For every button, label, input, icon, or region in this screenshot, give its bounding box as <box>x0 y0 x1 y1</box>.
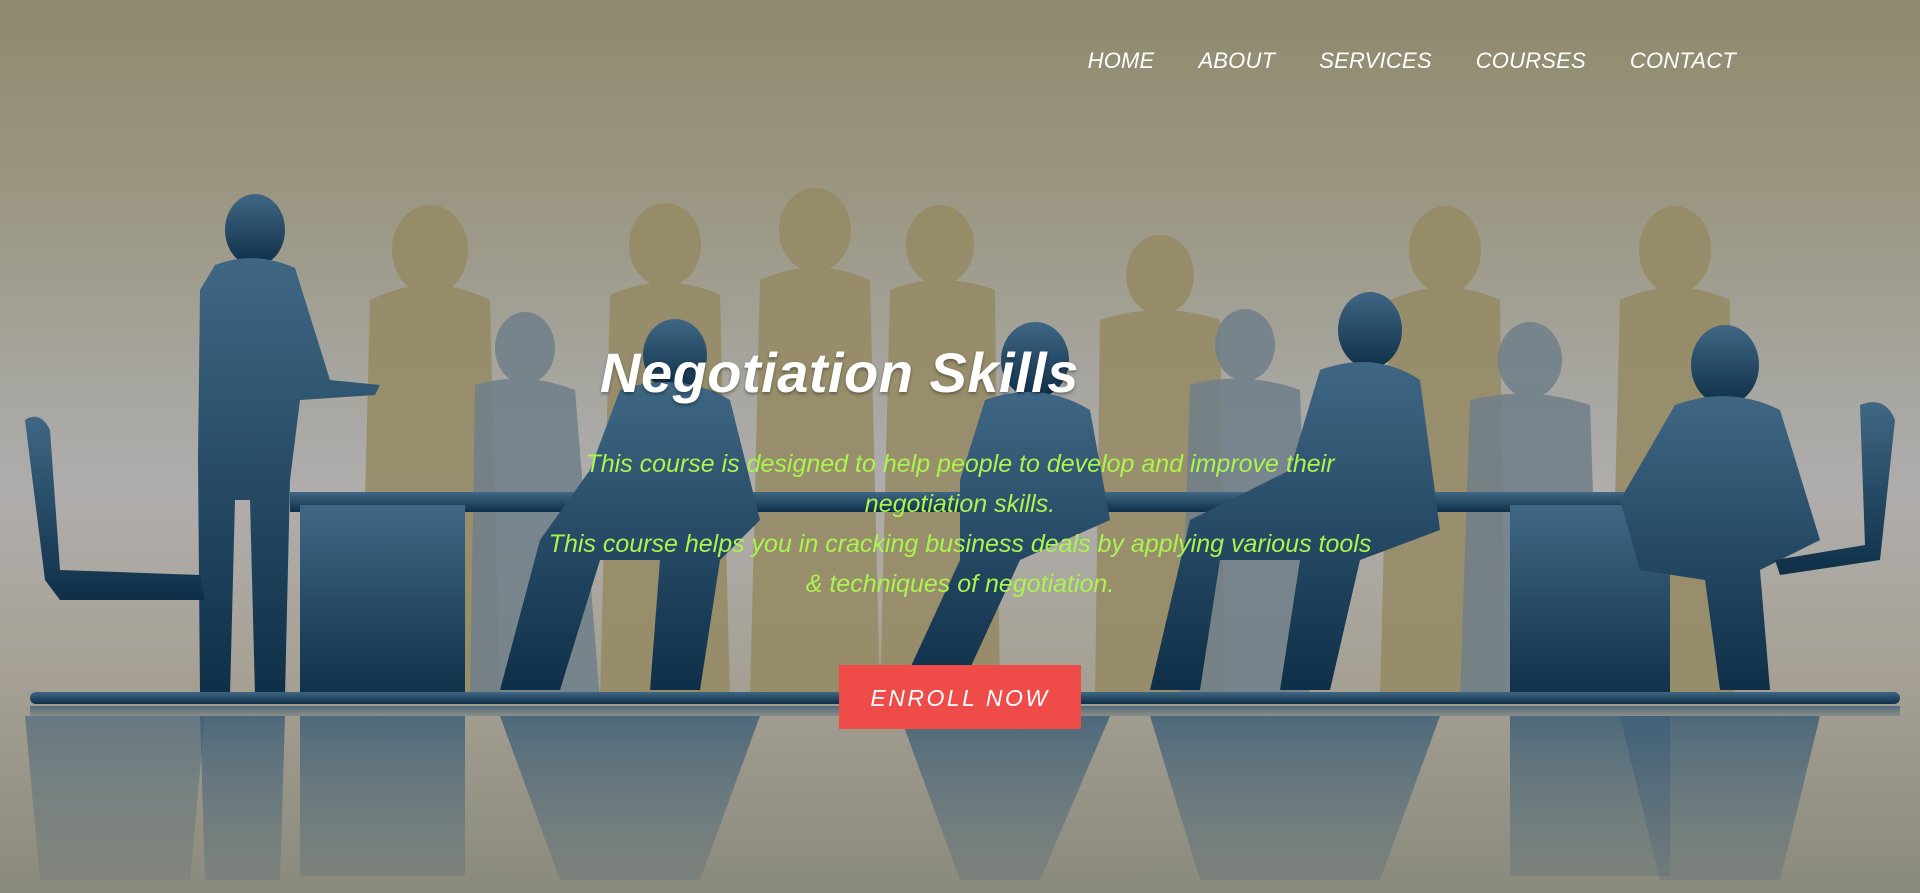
nav-link-courses[interactable]: COURSES <box>1454 48 1608 74</box>
hero-section: HOME ABOUT SERVICES COURSES CONTACT Nego… <box>0 0 1920 893</box>
enroll-now-button[interactable]: ENROLL NOW <box>839 665 1081 729</box>
course-description-line-2: This course helps you in cracking busine… <box>548 530 1372 598</box>
nav-link-home[interactable]: HOME <box>1066 48 1177 74</box>
main-navigation: HOME ABOUT SERVICES COURSES CONTACT <box>1066 48 1758 74</box>
course-description: This course is designed to help people t… <box>540 444 1380 604</box>
course-description-line-1: This course is designed to help people t… <box>585 450 1335 518</box>
course-title: Negotiation Skills <box>600 341 1079 404</box>
nav-link-contact[interactable]: CONTACT <box>1608 48 1758 74</box>
nav-link-about[interactable]: ABOUT <box>1176 48 1297 74</box>
nav-link-services[interactable]: SERVICES <box>1297 48 1453 74</box>
